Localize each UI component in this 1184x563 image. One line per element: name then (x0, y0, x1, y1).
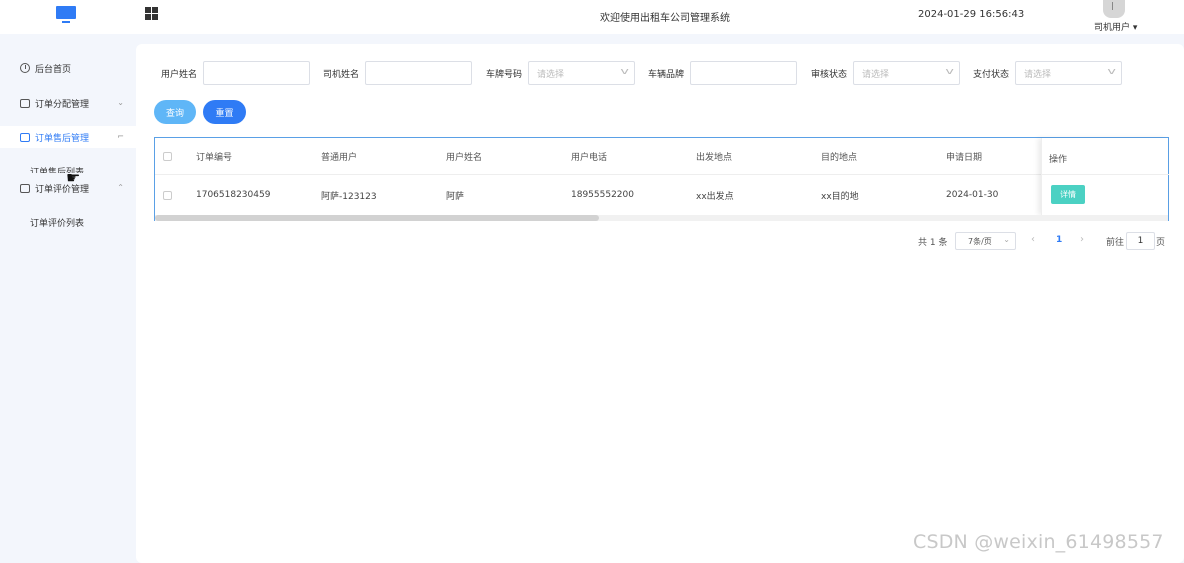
detail-button[interactable]: 详情 (1051, 185, 1085, 204)
page-size-value: 7条/页 (968, 236, 992, 246)
select-placeholder: 请选择 (862, 69, 890, 80)
sidebar-item-label: 订单分配管理 (35, 99, 90, 110)
sidebar-subitem-review-list[interactable]: 订单评价列表 (30, 216, 84, 229)
sidebar-item-home[interactable]: 后台首页 (0, 57, 136, 79)
brand-input[interactable] (690, 61, 798, 85)
sidebar-item-label: 订单评价管理 (35, 184, 90, 195)
filter-label: 司机姓名 (323, 69, 360, 80)
filter-label: 用户姓名 (161, 69, 198, 80)
filter-label: 支付状态 (973, 69, 1010, 80)
scrollbar-thumb[interactable] (155, 215, 599, 221)
user-name-input[interactable] (203, 61, 311, 85)
select-all-checkbox[interactable] (163, 151, 172, 161)
reset-button[interactable]: 重置 (203, 100, 246, 124)
user-avatar[interactable] (1103, 0, 1125, 18)
goto-suffix: 页 (1156, 237, 1166, 248)
departure-cell: xx出发点 (696, 191, 734, 202)
column-header[interactable]: 出发地点 (696, 138, 732, 174)
sidebar-item-after-sales[interactable]: 订单售后管理 ⌐ (0, 126, 136, 148)
chart-icon (20, 98, 30, 108)
row-checkbox[interactable] (163, 190, 172, 200)
column-header[interactable]: 用户电话 (571, 138, 607, 174)
filter-plate: 车牌号码 请选择 v (486, 61, 636, 85)
user-phone-cell: 18955552200 (571, 190, 634, 200)
user-name-cell: 阿萨 (446, 191, 465, 202)
filter-brand: 车辆品牌 (648, 61, 798, 85)
chevron-down-icon: ⌄ (1003, 235, 1010, 244)
filter-label: 车辆品牌 (648, 69, 685, 80)
user-account-cell: 阿萨-123123 (321, 191, 377, 202)
filter-label: 车牌号码 (486, 69, 523, 80)
main-panel: 用户姓名 司机姓名 车牌号码 请选择 v 车辆品牌 审核状态 请选择 v 支付状… (136, 44, 1184, 563)
table-header: 订单编号 普通用户 用户姓名 用户电话 出发地点 目的地点 申请日期 (155, 138, 1168, 175)
column-header[interactable]: 申请日期 (946, 138, 982, 174)
menu-grid-icon[interactable] (145, 7, 158, 20)
select-placeholder: 请选择 (1024, 69, 1052, 80)
chevron-up-icon: ⌃ (117, 183, 124, 192)
user-menu-label: 司机用户 (1094, 23, 1131, 33)
filter-label: 审核状态 (811, 69, 848, 80)
current-datetime: 2024-01-29 16:56:43 (918, 9, 1025, 20)
goto-label: 前往 (1106, 237, 1125, 248)
clock-icon (20, 63, 30, 73)
page-number-1[interactable]: 1 (1056, 235, 1062, 245)
chevron-icon: ⌐ (117, 132, 124, 141)
chart-icon (20, 183, 30, 193)
chart-icon (20, 132, 30, 142)
filter-user-name: 用户姓名 (161, 61, 311, 85)
driver-name-input[interactable] (365, 61, 473, 85)
plate-select[interactable]: 请选择 v (528, 61, 636, 85)
next-page-button[interactable]: › (1080, 234, 1084, 245)
destination-cell: xx目的地 (821, 191, 859, 202)
monitor-logo-icon[interactable] (56, 6, 76, 23)
goto-page-input[interactable] (1126, 232, 1155, 250)
column-header[interactable]: 目的地点 (821, 138, 857, 174)
sidebar: 后台首页 订单分配管理 ⌄ 订单售后管理 ⌐ 订单售后列表 订单评价管理 ⌃ 订… (0, 44, 136, 563)
user-menu[interactable]: 司机用户 ▾ (1094, 20, 1137, 33)
orders-table: 订单编号 普通用户 用户姓名 用户电话 出发地点 目的地点 申请日期 17065… (154, 137, 1169, 221)
sidebar-item-label: 后台首页 (35, 64, 72, 75)
sidebar-item-order-dispatch[interactable]: 订单分配管理 ⌄ (0, 92, 136, 114)
chevron-down-icon: v (620, 67, 629, 77)
operation-column: 操作 详情 (1041, 138, 1169, 215)
hand-cursor-icon: ☛ (66, 168, 81, 187)
sidebar-item-label: 订单售后管理 (35, 133, 90, 144)
horizontal-scrollbar[interactable] (155, 215, 1168, 221)
audit-status-select[interactable]: 请选择 v (853, 61, 961, 85)
page-title: 欢迎使用出租车公司管理系统 (600, 13, 730, 24)
table-row[interactable]: 1706518230459 阿萨-123123 阿萨 18955552200 x… (155, 175, 1168, 215)
column-header[interactable]: 普通用户 (321, 138, 357, 174)
pagination-total: 共 1 条 (918, 237, 948, 248)
filter-pay: 支付状态 请选择 v (973, 61, 1123, 85)
chevron-down-icon: ⌄ (117, 98, 124, 107)
column-header: 操作 (1049, 155, 1068, 165)
page-size-select[interactable]: 7条/页 ⌄ (955, 232, 1016, 250)
order-id-cell: 1706518230459 (196, 190, 271, 200)
chevron-down-icon: v (945, 67, 954, 77)
top-bar: 欢迎使用出租车公司管理系统 2024-01-29 16:56:43 司机用户 ▾ (0, 0, 1184, 34)
chevron-down-icon: ▾ (1132, 23, 1138, 33)
column-header[interactable]: 用户姓名 (446, 138, 482, 174)
prev-page-button[interactable]: ‹ (1031, 234, 1035, 245)
watermark: CSDN @weixin_61498557 (913, 531, 1164, 553)
select-placeholder: 请选择 (537, 69, 565, 80)
chevron-down-icon: v (1107, 67, 1116, 77)
query-button[interactable]: 查询 (154, 100, 196, 124)
filter-driver-name: 司机姓名 (323, 61, 473, 85)
apply-date-cell: 2024-01-30 (946, 190, 999, 200)
column-header[interactable]: 订单编号 (196, 138, 232, 174)
filter-audit: 审核状态 请选择 v (811, 61, 961, 85)
pay-status-select[interactable]: 请选择 v (1015, 61, 1123, 85)
